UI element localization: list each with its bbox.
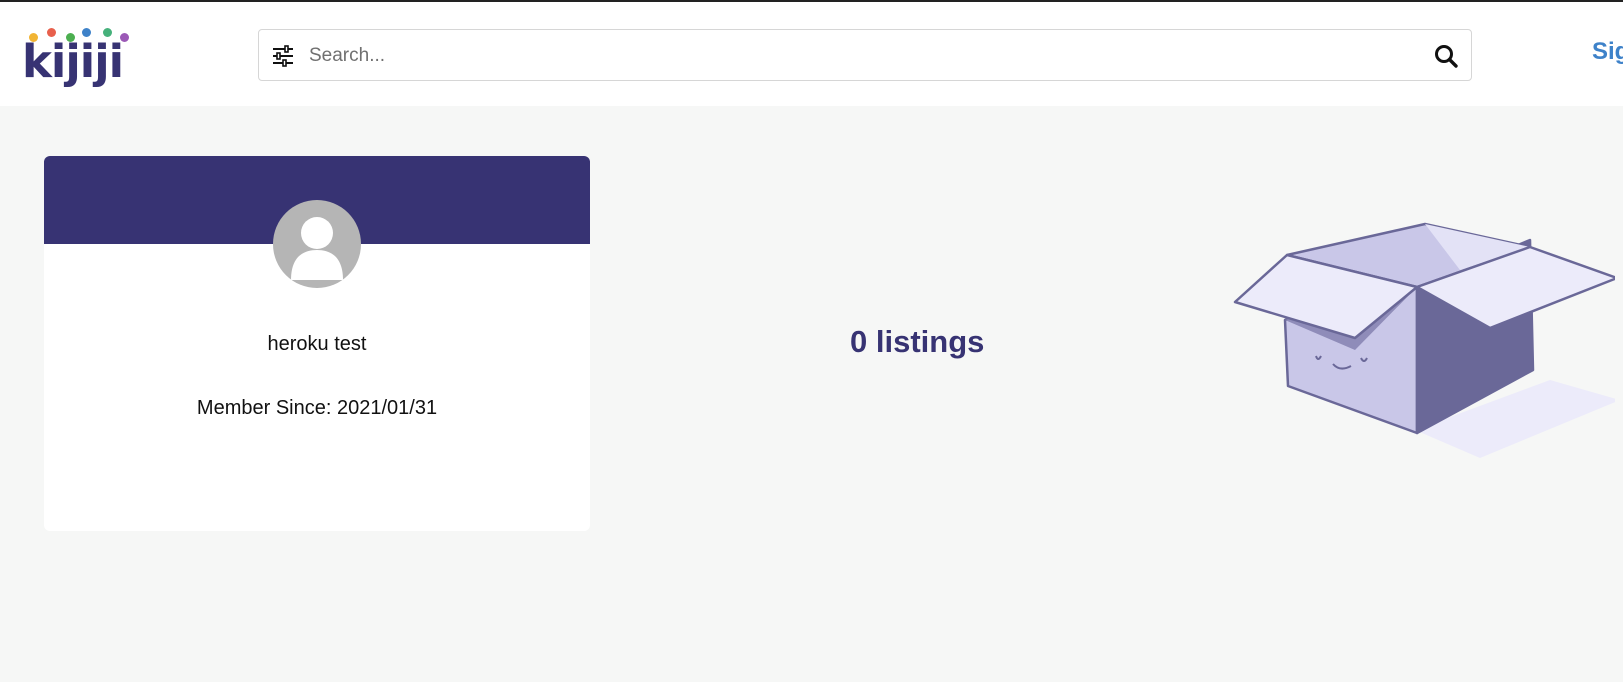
search-icon[interactable] xyxy=(1433,43,1459,69)
logo-text: kijiji xyxy=(22,35,124,88)
user-avatar-icon xyxy=(291,217,343,280)
listings-count: 0 listings xyxy=(850,324,985,359)
empty-box-illustration xyxy=(1233,222,1615,458)
kijiji-logo[interactable]: kijiji xyxy=(22,24,134,86)
profile-name: heroku test xyxy=(267,333,367,355)
sign-in-link[interactable]: Sig xyxy=(1592,38,1623,66)
filter-icon[interactable] xyxy=(271,44,295,68)
profile-card: heroku test Member Since: 2021/01/31 xyxy=(44,156,590,531)
member-since: Member Since: 2021/01/31 xyxy=(196,397,438,419)
search-input[interactable] xyxy=(307,38,1411,74)
site-header: kijiji Sig xyxy=(0,2,1623,106)
avatar xyxy=(273,200,361,288)
search-bar xyxy=(258,29,1472,81)
